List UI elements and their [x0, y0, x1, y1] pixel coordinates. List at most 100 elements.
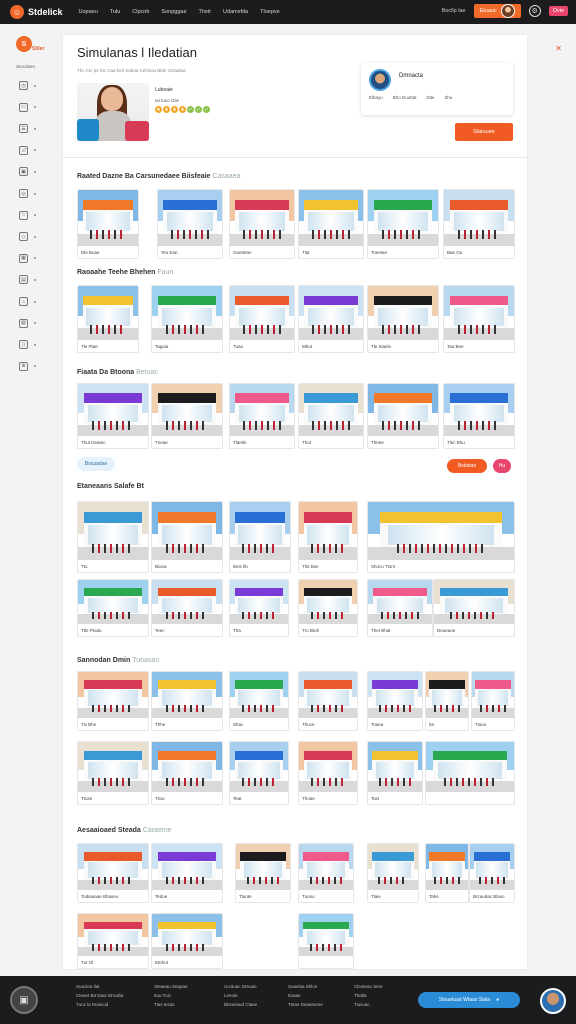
nav-item[interactable]: Tloepve — [260, 9, 280, 15]
store-card[interactable]: Thoae — [298, 741, 358, 805]
nav-item[interactable]: Thstr — [199, 9, 212, 15]
view-all-button[interactable]: Betiatan — [447, 459, 487, 473]
store-card[interactable]: Tiaou — [471, 671, 515, 731]
store-card[interactable]: Ttu — [77, 501, 149, 573]
store-card[interactable]: Tiv Bhe — [77, 671, 149, 731]
store-card[interactable]: Bae Ou — [443, 189, 515, 259]
footer-link[interactable]: Ituu Tuic — [154, 993, 188, 998]
store-card[interactable]: Tlat — [298, 189, 364, 259]
store-card[interactable]: Thit Bse — [298, 501, 358, 573]
store-card[interactable]: Toeetan — [367, 189, 439, 259]
close-icon[interactable]: ✕ — [555, 44, 562, 53]
footer-link[interactable]: Cteaet Ba Daul Ishcalta — [76, 993, 123, 998]
store-card[interactable]: Thuce — [298, 671, 358, 731]
footer-link[interactable]: Steaeau Seqaae — [154, 984, 188, 989]
store-card[interactable]: Taa Bee — [443, 285, 515, 353]
store-card[interactable]: Tact — [367, 741, 423, 805]
brand-logo[interactable]: ☺ Stdelick — [10, 5, 63, 19]
store-card[interactable]: Tha — [229, 579, 289, 637]
account-link[interactable]: Bocllp lae — [442, 8, 466, 14]
nav-item[interactable]: Uopaeu — [79, 9, 98, 15]
store-card[interactable]: Tahe — [425, 843, 469, 903]
store-card[interactable]: Ita — [425, 671, 469, 731]
footer-link[interactable]: Bloneiaud Ctaee — [224, 1002, 257, 1007]
nav-item[interactable]: Udamsfda — [223, 9, 248, 15]
profile-avatar[interactable] — [369, 69, 391, 91]
store-card[interactable]: Teo Ean — [157, 189, 223, 259]
settings-icon[interactable]: ⚙ — [528, 5, 541, 17]
footer-link[interactable]: Tlas tesas — [154, 1002, 188, 1007]
footer-link[interactable]: Cleoteao Stne — [354, 984, 383, 989]
store-card[interactable]: Tlaie — [367, 843, 419, 903]
store-card[interactable] — [425, 741, 515, 805]
store-card[interactable]: Tut Ol — [77, 913, 149, 969]
footer-link[interactable]: Ituaae — [288, 993, 323, 998]
store-card[interactable]: Tle Ptae — [77, 285, 139, 353]
sidebar-item[interactable]: ☆ — [19, 210, 54, 220]
sidebar-item[interactable]: ☰ — [19, 124, 54, 134]
favorite-button[interactable]: Hu — [493, 459, 511, 473]
sidebar-item[interactable]: ▤ — [19, 275, 54, 285]
store-card[interactable]: Brcaudac Blaso — [469, 843, 515, 903]
sidebar-item[interactable]: ◿ — [19, 145, 54, 155]
footer-link[interactable]: Ucotuac Dreuan — [224, 984, 257, 989]
status-badge[interactable]: Ovie — [548, 6, 568, 16]
show-more-button[interactable]: Bocuadae — [77, 457, 115, 471]
sidebar-item[interactable]: ⌂ — [19, 297, 54, 307]
footer-link[interactable]: Tiusoac — [354, 1002, 383, 1007]
footer-link[interactable]: Tteae Deaatoene — [288, 1002, 323, 1007]
store-card[interactable]: Tlrnee — [367, 383, 439, 449]
sidebar-item[interactable]: ▦ — [19, 253, 54, 263]
sidebar-item[interactable]: ◷ — [19, 81, 54, 91]
top-cta-button[interactable]: Etuauc — [473, 4, 521, 18]
store-card[interactable]: Beis Ilb — [229, 501, 291, 573]
apply-button[interactable]: Slatuuee — [455, 123, 513, 141]
store-card[interactable]: Tlec Bhu — [443, 383, 515, 449]
sidebar-item[interactable]: ▯ — [19, 340, 54, 350]
nav-item[interactable]: Sonpggae — [161, 9, 186, 15]
store-card[interactable]: Tuao — [229, 285, 295, 353]
store-card[interactable]: Todiaaaae Bhaseu — [77, 843, 149, 903]
store-card[interactable]: Thut Deatec — [77, 383, 149, 449]
store-card[interactable]: Ttuse — [77, 741, 149, 805]
footer-link[interactable]: Suaelaa Shlon — [288, 984, 323, 989]
store-card[interactable]: Bioea — [151, 501, 223, 573]
sidebar-item[interactable]: ▧ — [19, 318, 54, 328]
store-card[interactable]: Tneae — [151, 383, 223, 449]
store-card[interactable]: Deueaoe — [433, 579, 515, 637]
store-card[interactable]: Tle Siaelo — [367, 285, 439, 353]
footer-link[interactable]: Suaclea tlat — [76, 984, 123, 989]
nav-item[interactable]: Tulu — [110, 9, 121, 15]
user-avatar[interactable] — [500, 4, 515, 18]
store-card[interactable]: Shac — [229, 671, 289, 731]
store-card[interactable]: Tuonu — [298, 843, 354, 903]
store-card[interactable]: Tagaia — [151, 285, 223, 353]
store-card[interactable]: Toaea — [367, 671, 423, 731]
store-card[interactable]: Tlaetle — [229, 383, 295, 449]
store-card[interactable]: Thet Bhat — [367, 579, 433, 637]
sidebar-item[interactable]: ⊕ — [19, 361, 54, 371]
footer-link[interactable]: Tunc la Rusecid — [76, 1002, 123, 1007]
sidebar-logo-icon[interactable]: S — [16, 36, 32, 52]
store-card[interactable]: Mhut — [298, 285, 364, 353]
footer-link[interactable]: Leeoie — [224, 993, 257, 998]
sidebar-item[interactable]: ▭ — [19, 102, 54, 112]
store-card[interactable]: Tlaote — [235, 843, 291, 903]
store-card[interactable]: Ttle Ptodu — [77, 579, 149, 637]
store-card[interactable]: Etehut — [151, 913, 223, 969]
store-card[interactable] — [298, 913, 354, 969]
footer-logo-icon[interactable]: ▣ — [10, 986, 38, 1014]
store-card[interactable]: Tirac — [151, 741, 223, 805]
store-card[interactable]: Thhe — [151, 671, 223, 731]
sidebar-item[interactable]: ▣ — [19, 167, 54, 177]
store-card[interactable]: Teat — [229, 741, 289, 805]
store-card[interactable]: Ooetetan — [229, 189, 295, 259]
store-card[interactable]: Tedue — [151, 843, 223, 903]
sidebar-item[interactable]: ◎ — [19, 189, 54, 199]
store-card[interactable]: Shocu Ttsnt — [367, 501, 515, 573]
footer-avatar[interactable] — [540, 988, 566, 1014]
store-card[interactable]: Dle Buae — [77, 189, 139, 259]
store-card[interactable]: Teec — [151, 579, 223, 637]
footer-link[interactable]: Thatla — [354, 993, 383, 998]
store-card[interactable]: Tro Btuh — [298, 579, 358, 637]
